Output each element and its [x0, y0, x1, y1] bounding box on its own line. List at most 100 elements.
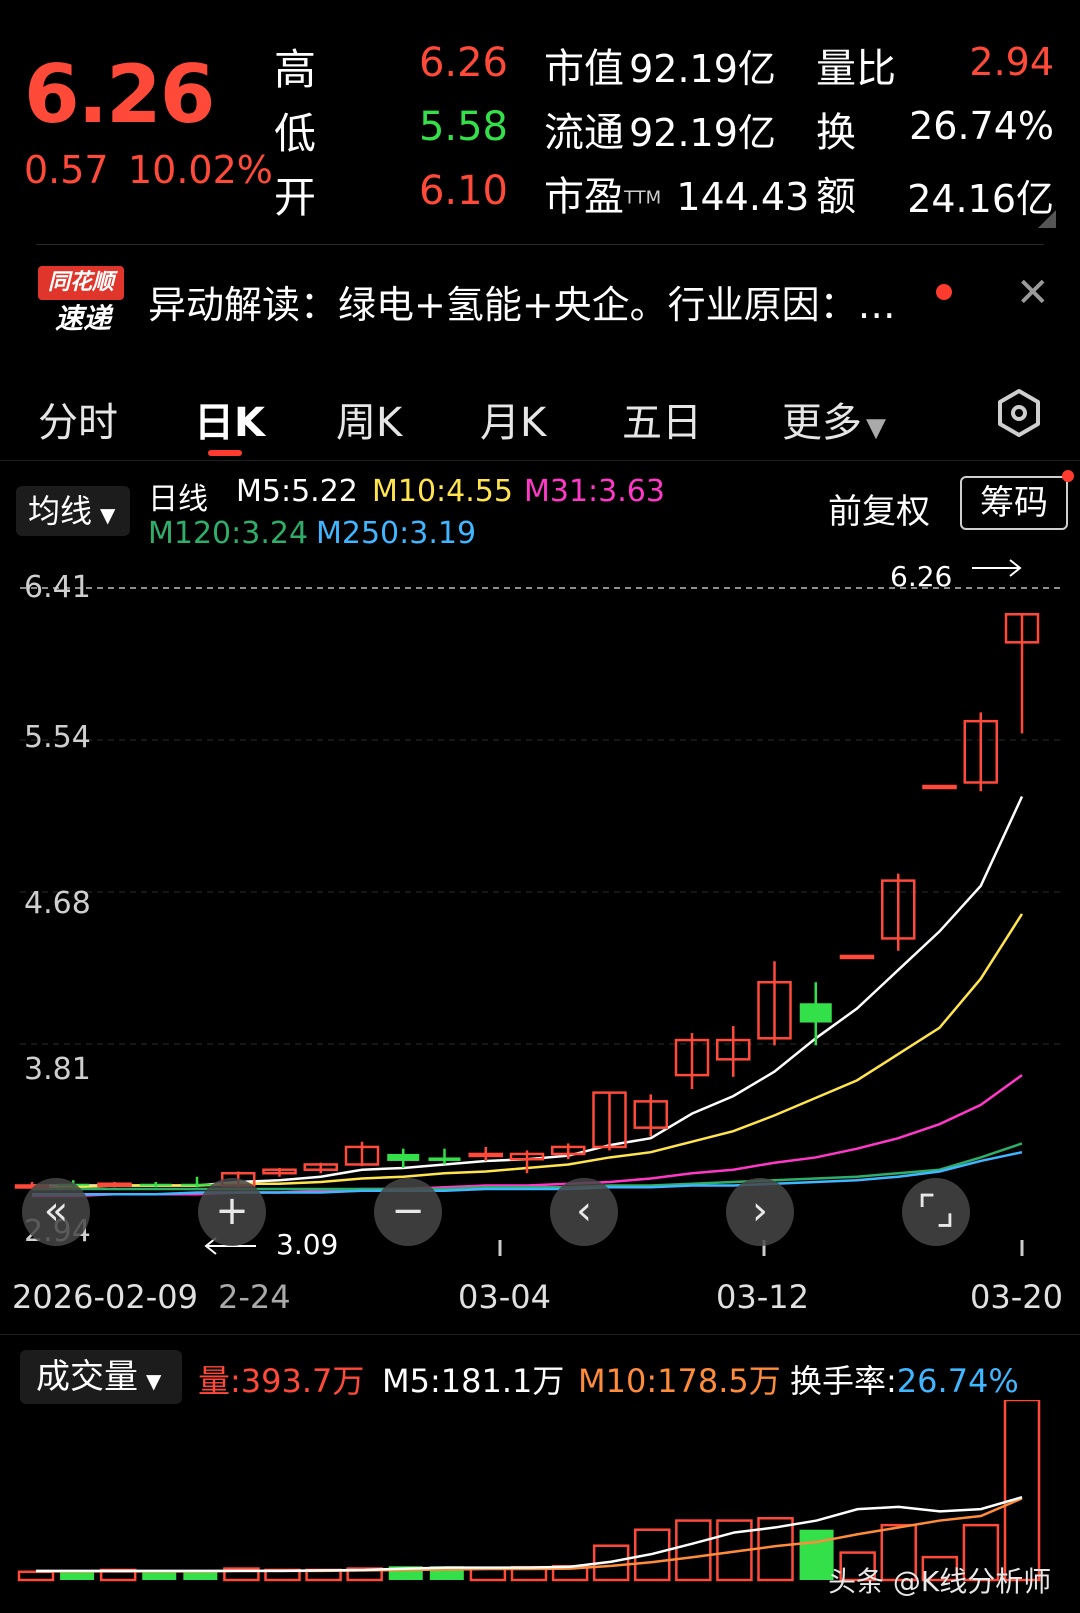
chips-button[interactable]: 筹码	[960, 476, 1068, 530]
candle-body	[799, 1003, 832, 1023]
low-label: 低	[274, 109, 317, 158]
y-tick-label: 5.54	[24, 720, 91, 755]
volume-indicator-select[interactable]: 成交量 ▼	[20, 1350, 182, 1404]
x-tick-label: 03-04	[458, 1278, 551, 1316]
ma-day-label: 日线	[148, 482, 208, 517]
pe-ttm-label: TTM	[624, 187, 662, 209]
ma-line-m5	[32, 795, 1024, 1187]
unread-dot	[936, 284, 952, 300]
volume-bar	[60, 1571, 95, 1580]
tab-monthly-k[interactable]: 月K	[480, 390, 546, 448]
zoom-in-icon[interactable]: +	[198, 1178, 266, 1246]
caret-down-icon: ▼	[100, 503, 116, 527]
ma250-value: M250:3.19	[316, 516, 477, 551]
price-change-pct: 10.02%	[128, 148, 273, 192]
candle-body	[468, 1152, 503, 1158]
candle-body	[97, 1182, 132, 1187]
x-tick-label: 2026-02-09	[12, 1278, 198, 1316]
expand-corner-icon[interactable]	[1038, 210, 1056, 228]
divider	[36, 244, 1044, 245]
volume-bar	[142, 1571, 177, 1580]
volume-m5-value: M5:181.1万	[382, 1362, 565, 1400]
fullscreen-icon[interactable]: ⌜⌟	[902, 1178, 970, 1246]
x-tick-label: 2-24	[218, 1278, 291, 1316]
turnover-label: 换	[816, 110, 856, 156]
candle-body	[139, 1183, 172, 1186]
pe-ratio: 市盈TTM 144.43	[544, 164, 809, 222]
ma5-value: M5:5.22	[236, 474, 358, 509]
tab-more-label: 更多	[782, 400, 862, 446]
tab-five-day[interactable]: 五日	[622, 390, 702, 448]
price-change: 0.57	[24, 148, 109, 192]
turnover-rate-label: 换手率:	[790, 1362, 897, 1400]
turnover-rate: 换手率:26.74%	[790, 1356, 1019, 1402]
volume-bar	[183, 1571, 218, 1580]
volume-bar	[17, 1570, 55, 1582]
adjust-mode-button[interactable]: 前复权	[828, 484, 930, 533]
candle-body	[428, 1157, 461, 1161]
last-price: 6.26	[24, 48, 215, 141]
indicator-select-label: 均线	[28, 492, 93, 530]
chips-notice-dot	[1062, 470, 1074, 482]
news-logo-bottom: 速递	[54, 302, 111, 335]
news-headline[interactable]: 异动解读：绿电+氢能+央企。行业原因：…	[148, 274, 896, 329]
news-logo-top: 同花顺	[38, 266, 124, 300]
amount-label: 额	[816, 174, 856, 220]
volume-ratio-value: 2.94	[969, 40, 1054, 84]
tab-weekly-k[interactable]: 周K	[336, 390, 402, 448]
low-marker-value: 3.09	[276, 1228, 339, 1261]
market-cap: 市值 92.19亿	[544, 36, 776, 94]
volume-bar	[675, 1519, 712, 1582]
volume-ratio-label: 量比	[816, 46, 896, 92]
high-value: 6.26	[418, 40, 508, 86]
y-tick-label: 4.68	[24, 886, 91, 921]
ma10-value: M10:4.55	[372, 474, 513, 509]
candle-body	[181, 1183, 213, 1186]
jump-start-icon[interactable]: «	[22, 1178, 90, 1246]
candle-body	[387, 1153, 420, 1161]
open-value: 6.10	[418, 168, 508, 214]
news-logo: 同花顺 速递	[38, 266, 124, 338]
zoom-out-icon[interactable]: −	[374, 1178, 442, 1246]
ma120-value: M120:3.24	[148, 516, 309, 551]
active-tab-indicator	[208, 450, 242, 456]
volume-m10-value: M10:178.5万	[578, 1362, 781, 1400]
tab-daily-k[interactable]: 日K	[194, 390, 265, 448]
volume-value: 量:393.7万	[198, 1362, 365, 1400]
low-value: 5.58	[418, 104, 508, 150]
y-tick-label: 6.41	[24, 570, 91, 605]
y-tick-label: 3.81	[24, 1052, 91, 1087]
x-tick-label: 03-12	[716, 1278, 809, 1316]
settings-hex-icon[interactable]	[994, 388, 1044, 438]
chart-divider	[0, 1334, 1080, 1335]
float-cap: 流通 92.19亿	[544, 100, 776, 158]
float-cap-label: 流通	[544, 110, 624, 156]
tab-more[interactable]: 更多 ▼	[782, 390, 886, 448]
open-label: 开	[274, 173, 317, 222]
market-cap-value: 92.19亿	[629, 47, 776, 91]
pe-value: 144.43	[676, 175, 810, 219]
caret-down-icon: ▼	[146, 1369, 162, 1393]
ma31-value: M31:3.63	[524, 474, 665, 509]
close-icon[interactable]: ✕	[1016, 270, 1050, 316]
float-cap-value: 92.19亿	[629, 111, 776, 155]
candle-body	[922, 784, 957, 790]
pe-label: 市盈	[544, 174, 624, 220]
tab-intraday[interactable]: 分时	[38, 390, 118, 448]
volume-select-label: 成交量	[36, 1357, 138, 1397]
x-tick-label: 03-20	[970, 1278, 1063, 1316]
turnover-value: 26.74%	[909, 104, 1054, 148]
pan-left-icon[interactable]: ‹	[550, 1178, 618, 1246]
amount-value: 24.16亿	[907, 177, 1054, 221]
turnover-rate-value: 26.74%	[896, 1362, 1019, 1400]
caret-down-icon: ▼	[866, 413, 886, 443]
high-label: 高	[274, 45, 317, 94]
market-cap-label: 市值	[544, 46, 624, 92]
high-marker-value: 6.26	[890, 560, 953, 593]
volume-bar	[1003, 1400, 1041, 1582]
watermark: 头条 @K线分析师	[828, 1565, 1052, 1598]
tab-divider	[0, 460, 1080, 461]
candle-body	[839, 954, 875, 960]
indicator-select[interactable]: 均线 ▼	[16, 486, 130, 536]
pan-right-icon[interactable]: ›	[726, 1178, 794, 1246]
